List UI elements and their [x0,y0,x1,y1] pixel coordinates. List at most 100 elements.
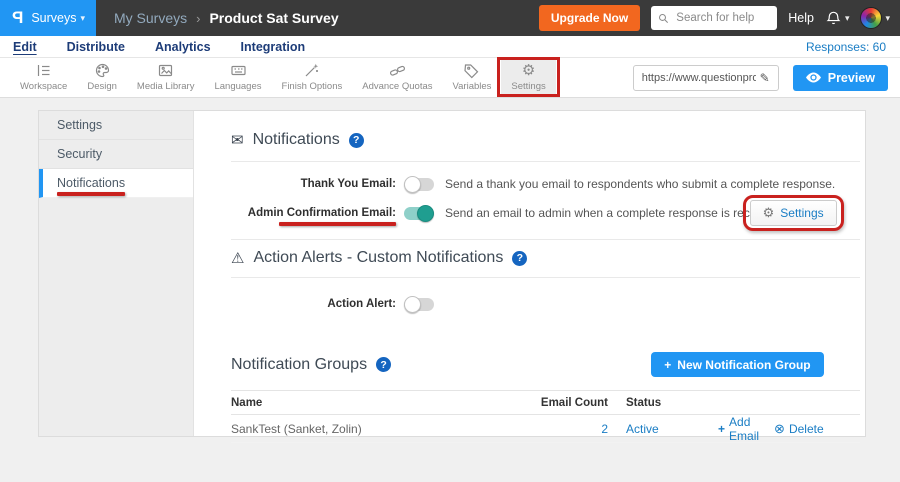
questionpro-logo: P [12,8,23,28]
surveys-menu[interactable]: Surveys ▾ [31,11,85,25]
tab-distribute[interactable]: Distribute [67,40,125,54]
toggle-knob [404,296,421,313]
divider [231,239,860,240]
toolbar-label: Variables [453,81,492,92]
help-icon[interactable]: ? [376,357,391,372]
edit-pencil-icon[interactable]: ✎ [760,71,770,85]
circle-x-icon: ⊗ [774,421,785,437]
admin-confirmation-email-toggle[interactable] [404,207,434,220]
gear-icon: ⚙ [763,205,775,221]
preview-label: Preview [828,71,875,85]
action-alert-row: Action Alert: [231,294,860,314]
caret-down-icon: ▾ [81,14,86,23]
toolbar-item-design[interactable]: Design [77,58,127,97]
help-link[interactable]: Help [788,11,814,25]
sidebar-item-settings[interactable]: Settings [39,111,193,140]
avatar [860,7,882,29]
product-switcher[interactable]: P Surveys ▾ [0,0,96,36]
notification-groups-heading: Notification Groups ? + New Notification… [231,352,860,377]
sidebar-item-security[interactable]: Security [39,140,193,169]
toolbar-label: Media Library [137,81,195,92]
group-status-link[interactable]: Active [608,422,718,436]
email-notifications-heading: ✉ Notifications ? [231,131,860,149]
annotation-notifications-underline [57,192,125,196]
admin-email-settings-button[interactable]: ⚙ Settings [750,200,837,226]
new-group-label: New Notification Group [677,358,810,372]
action-alert-toggle[interactable] [404,298,434,311]
eye-icon [806,72,821,83]
settings-sidebar: Settings Security Notifications [39,111,194,436]
caret-down-icon: ▾ [845,14,850,23]
edit-toolbar: Workspace Design Media Library [0,58,900,98]
add-email-link[interactable]: + Add Email [718,415,759,443]
delete-label: Delete [789,422,824,436]
envelope-icon: ✉ [231,131,244,149]
breadcrumb-separator-icon: › [196,11,200,26]
thank-you-email-description: Send a thank you email to respondents wh… [445,177,835,191]
tab-edit[interactable]: Edit [13,40,37,54]
notification-groups-table: Name Email Count Status SankTest (Sanket… [231,390,860,443]
topbar-right-group: Upgrade Now Help ▾ ▾ [539,5,900,31]
survey-url-field[interactable]: https://www.questionpro.com/t/. ✎ [633,65,779,91]
thank-you-email-toggle[interactable] [404,178,434,191]
workspace-icon [35,62,52,79]
column-header-status: Status [608,397,718,409]
toggle-knob [417,205,434,222]
group-actions: + Add Email ⊗ Delete [718,415,860,443]
help-search[interactable] [651,6,777,30]
notifications-bell[interactable]: ▾ [825,9,850,27]
toolbar-label: Languages [214,81,261,92]
admin-email-settings-wrap: ⚙ Settings [750,200,837,226]
group-email-count-link[interactable]: 2 [523,422,608,436]
annotation-admin-email-underline [279,222,396,226]
account-menu[interactable]: ▾ [860,7,890,29]
group-name: SankTest (Sanket, Zolin) [231,422,523,436]
toolbar-label: Design [87,81,117,92]
section-title: Notification Groups [231,356,367,374]
help-icon[interactable]: ? [349,133,364,148]
upgrade-now-button[interactable]: Upgrade Now [539,5,640,31]
toolbar-item-workspace[interactable]: Workspace [10,58,77,97]
toolbar-item-settings[interactable]: ⚙ Settings [501,58,555,97]
sidebar-item-label: Settings [57,118,102,132]
add-email-label: Add Email [729,415,759,443]
toolbar-items: Workspace Design Media Library [0,58,556,97]
action-alerts-heading: ⚠ Action Alerts - Custom Notifications ? [231,249,860,267]
languages-icon [230,62,247,79]
settings-gear-icon: ⚙ [522,62,535,79]
toggle-knob [404,176,421,193]
responses-count[interactable]: Responses: 60 [806,40,900,54]
toolbar-label: Workspace [20,81,67,92]
breadcrumb-my-surveys[interactable]: My Surveys [114,10,187,26]
thank-you-email-row: Thank You Email: Send a thank you email … [231,174,860,194]
finish-options-icon [303,62,320,79]
sidebar-item-label: Security [57,147,102,161]
top-bar: P Surveys ▾ My Surveys › Product Sat Sur… [0,0,900,36]
tab-analytics[interactable]: Analytics [155,40,211,54]
delete-link[interactable]: ⊗ Delete [774,421,824,437]
sidebar-item-notifications[interactable]: Notifications [39,169,193,198]
toolbar-label: Advance Quotas [362,81,432,92]
toolbar-item-variables[interactable]: Variables [443,58,502,97]
table-header-row: Name Email Count Status [231,390,860,415]
plus-icon: + [664,358,671,372]
help-icon[interactable]: ? [512,251,527,266]
table-row: SankTest (Sanket, Zolin) 2 Active + Add … [231,415,860,443]
label-text: Admin Confirmation Email: [248,207,396,219]
section-title: Action Alerts - Custom Notifications [253,249,503,267]
divider [231,161,860,162]
toolbar-item-languages[interactable]: Languages [204,58,271,97]
toolbar-item-finish-options[interactable]: Finish Options [272,58,353,97]
admin-confirmation-email-label: Admin Confirmation Email: [231,207,396,219]
warning-icon: ⚠ [231,249,244,267]
preview-button[interactable]: Preview [793,65,888,91]
tab-integration[interactable]: Integration [241,40,306,54]
toolbar-item-advance-quotas[interactable]: Advance Quotas [352,58,442,97]
toolbar-item-media-library[interactable]: Media Library [127,58,205,97]
help-search-input[interactable] [674,11,770,25]
advance-quotas-icon [389,62,406,79]
new-notification-group-button[interactable]: + New Notification Group [651,352,823,377]
thank-you-email-label: Thank You Email: [231,178,396,190]
variables-icon [463,62,480,79]
survey-url-value: https://www.questionpro.com/t/. [642,72,756,84]
